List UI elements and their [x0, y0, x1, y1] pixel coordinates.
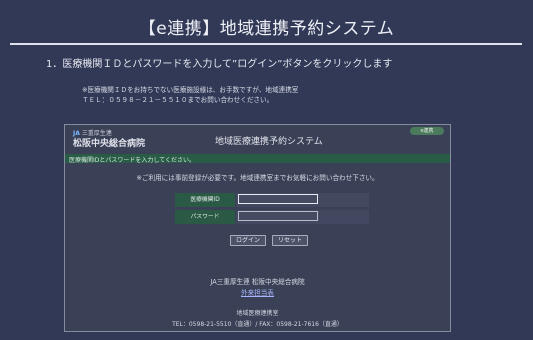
institution-id-input[interactable] [238, 194, 318, 204]
outpatient-schedule-link[interactable]: 外来担当表 [65, 287, 450, 297]
note-line-2: ＴＥＬ：０５９８－２１－５５１０までお問い合わせください。 [82, 96, 274, 104]
office-name: 地域医療連携室 [236, 310, 279, 317]
system-title: 地域医療連携予約システム [215, 137, 323, 147]
title-divider [10, 43, 522, 45]
login-button[interactable]: ログイン [230, 235, 266, 246]
step-instruction: 1．医療機関ＩＤとパスワードを入力して”ログイン”ボタンをクリックします [46, 59, 393, 70]
e-renkei-badge: e連携 [410, 127, 444, 135]
note: ※医療機関ＩＤをお持ちでない医療施設様は、お手数ですが、地域連携室 ＴＥＬ：０５… [82, 85, 298, 105]
note-line-1: ※医療機関ＩＤをお持ちでない医療施設様は、お手数ですが、地域連携室 [82, 86, 299, 94]
contact-info: TEL：0598-21-5510（直通）/ FAX：0598-21-7616（直… [172, 321, 343, 328]
reset-button[interactable]: リセット [272, 235, 308, 246]
registration-notice: ※ご利用には事前登録が必要です。地域連携室までお気軽にお問い合わせ下さい。 [136, 174, 379, 182]
login-screenshot: JA 三重厚生連 松阪中央総合病院 地域医療連携予約システム e連携 医療機関ID… [64, 124, 451, 332]
screenshot-header: JA 三重厚生連 松阪中央総合病院 地域医療連携予約システム e連携 [65, 125, 450, 153]
instruction-bar-text: 医療機関IDとパスワードを入力してください。 [69, 157, 196, 164]
page-title: 【e連携】地域連携予約システム [138, 19, 395, 39]
password-label: パスワード [175, 210, 235, 224]
password-input[interactable] [238, 211, 318, 221]
hospital-name: JA三重厚生連 松阪中央総合病院 [210, 278, 305, 286]
hospital-logo: 松阪中央総合病院 [73, 139, 146, 149]
instruction-bar: 医療機関IDとパスワードを入力してください。 [65, 154, 450, 164]
id-label: 医療機関ID [175, 193, 235, 207]
